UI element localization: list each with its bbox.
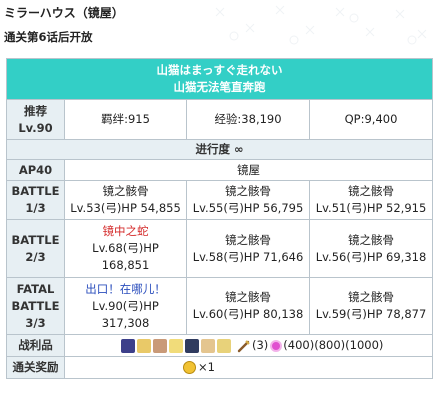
enemy-cell: 镜之骸骨 Lv.51(弓)HP 52,915 [308, 180, 434, 220]
enemy-cell: 镜之骸骨 Lv.59(弓)HP 78,877 [308, 277, 434, 335]
enemy-name: 镜之骸骨 [348, 184, 395, 198]
enemy-name: 镜之骸骨 [225, 184, 271, 198]
section-title: ミラーハウス（镜屋） [4, 6, 124, 20]
fatal-label-text: FATAL [16, 281, 55, 296]
enemy-hp: 168,851 [101, 258, 150, 272]
battle-1-label: BATTLE 1/3 [6, 180, 65, 220]
battle-wave-text: 2/3 [25, 249, 46, 264]
battle-label-text: BATTLE [11, 232, 60, 247]
reward-row: ×1 [63, 356, 434, 379]
exp-value: 经验:38,190 [186, 99, 310, 140]
recommend-label: 推荐 [24, 103, 47, 118]
enemy-name: 镜之骸骨 [102, 184, 149, 198]
enemy-cell: 镜之骸骨 Lv.60(弓)HP 80,138 [186, 277, 310, 335]
enemy-cell: 镜之骸骨 Lv.55(弓)HP 56,795 [186, 180, 310, 220]
quest-name-banner: 山猫はまっすぐ走れない 山猫无法笔直奔跑 [5, 58, 434, 100]
enemy-name: 镜之骸骨 [348, 232, 395, 247]
progress-row: 进行度 ∞ [5, 139, 434, 160]
enemy-stats: Lv.53(弓)HP 54,855 [70, 201, 181, 215]
enemy-hp: 317,308 [101, 315, 150, 330]
enemy-stats: Lv.60(弓)HP 80,138 [192, 307, 304, 321]
enemy-stats: Lv.58(弓)HP 71,646 [192, 249, 304, 264]
loot-count: (3) [252, 338, 269, 352]
golden-apple-icon[interactable] [183, 361, 196, 374]
bond-value: 羁绊:915 [64, 99, 187, 140]
enemy-stats: Lv.90(弓)HP [92, 298, 159, 313]
enemy-stats: Lv.68(弓)HP [92, 241, 159, 255]
loot-row: (3) (400)(800)(1000) [63, 334, 434, 357]
boss-enemy-name: 镜中之蛇 [102, 224, 149, 238]
battle-wave-text: 3/3 [25, 315, 46, 330]
material-icon[interactable] [169, 338, 183, 353]
enemy-stats: Lv.55(弓)HP 56,795 [192, 201, 304, 215]
material-icon[interactable] [217, 338, 231, 353]
enemy-stats: Lv.56(弓)HP 69,318 [315, 249, 427, 264]
enemy-cell: 镜之骸骨 Lv.56(弓)HP 69,318 [308, 219, 434, 278]
unlock-text: 通关第6话后开放 [4, 30, 93, 44]
enemy-cell: 镜中之蛇 Lv.68(弓)HP 168,851 [64, 219, 187, 278]
material-icon[interactable] [121, 338, 135, 353]
recommend-level: Lv.90 [18, 120, 53, 135]
material-icon[interactable] [153, 338, 167, 353]
battle-label-text: BATTLE [11, 298, 60, 313]
material-icon[interactable] [201, 338, 215, 353]
quest-name-jp: 山猫はまっすぐ走れない [156, 63, 283, 77]
qp-value: QP:9,400 [308, 99, 434, 140]
material-icon[interactable] [137, 338, 151, 353]
reward-label: 通关奖励 [6, 356, 65, 379]
enemy-cell: 出口！在哪儿！ Lv.90(弓)HP 317,308 [64, 277, 187, 335]
enemy-name: 镜之骸骨 [348, 290, 395, 304]
reward-count: ×1 [198, 360, 215, 374]
ap-cost: AP40 [6, 159, 65, 181]
sword-icon[interactable] [237, 339, 251, 353]
enemy-stats: Lv.59(弓)HP 78,877 [315, 307, 427, 321]
battle-wave-text: 1/3 [25, 201, 46, 215]
recommend-label-cell: 推荐 Lv.90 [6, 99, 65, 140]
battle-label-text: BATTLE [11, 184, 60, 198]
quest-name-cn: 山猫无法笔直奔跑 [173, 80, 266, 94]
enemy-cell: 镜之骸骨 Lv.53(弓)HP 54,855 [64, 180, 187, 220]
qp-drop-values: (400)(800)(1000) [283, 338, 384, 352]
quest-table: 山猫はまっすぐ走れない 山猫无法笔直奔跑 推荐 Lv.90 羁绊:915 经验:… [5, 58, 434, 379]
enemy-name: 镜之骸骨 [225, 232, 271, 247]
battle-3-label: FATAL BATTLE 3/3 [6, 277, 65, 335]
enemy-name: 镜之骸骨 [225, 290, 271, 304]
location-name: 镜屋 [63, 159, 434, 181]
boss-enemy-name: 出口！在哪儿！ [85, 281, 166, 296]
qp-coin-icon [270, 339, 283, 352]
battle-2-label: BATTLE 2/3 [6, 219, 65, 278]
enemy-cell: 镜之骸骨 Lv.58(弓)HP 71,646 [186, 219, 310, 278]
material-icon[interactable] [185, 338, 199, 353]
enemy-stats: Lv.51(弓)HP 52,915 [315, 201, 427, 215]
loot-label: 战利品 [6, 334, 65, 357]
decorative-pattern-icon [215, 5, 427, 45]
